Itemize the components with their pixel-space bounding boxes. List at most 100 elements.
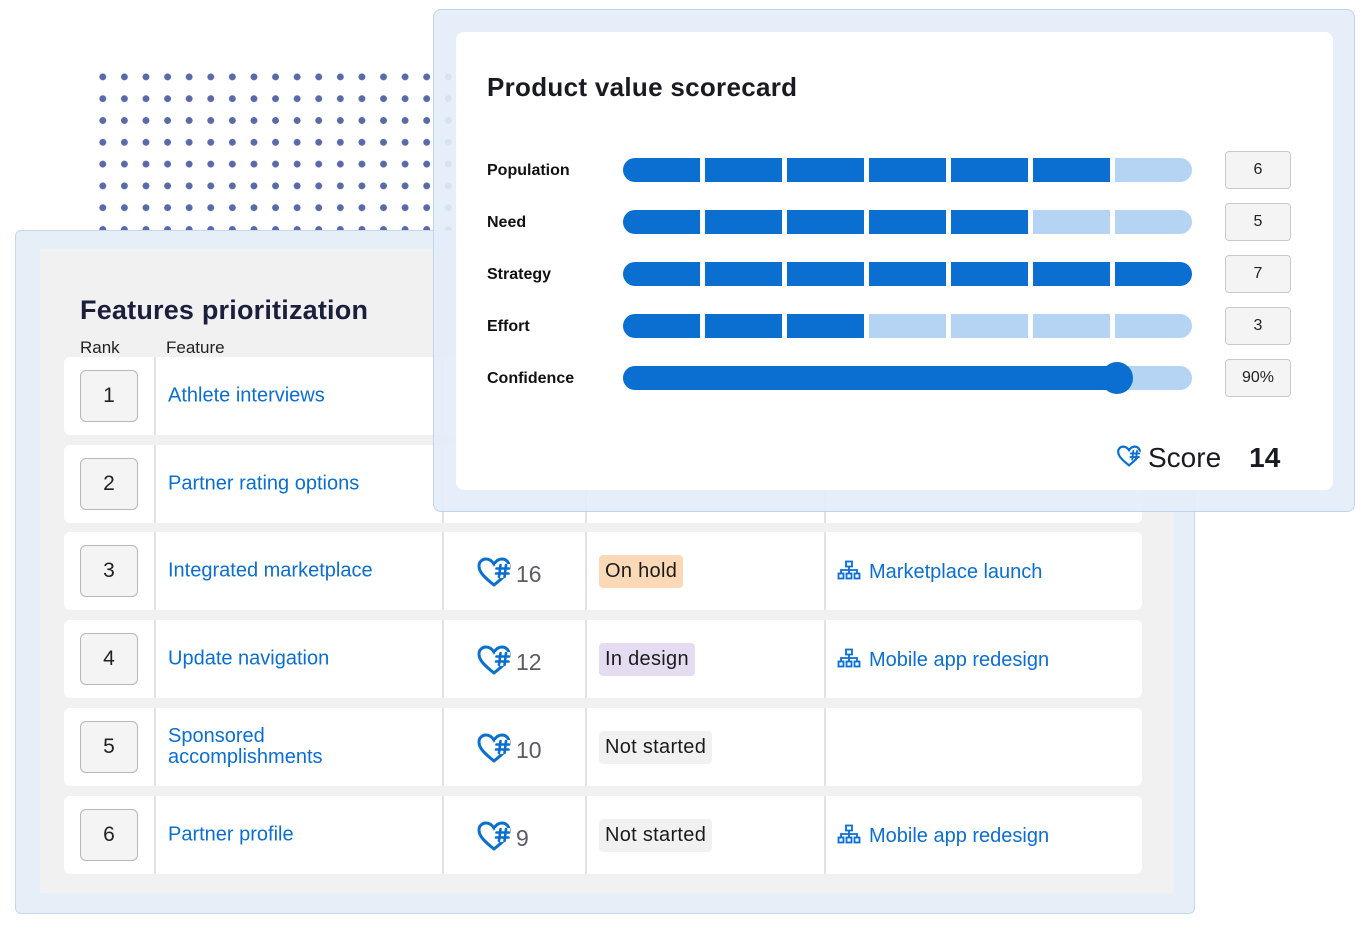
feature-score: 10 [476, 732, 542, 769]
rank-input[interactable]: 2 [80, 458, 138, 510]
metric-value-box-need[interactable]: 5 [1225, 203, 1291, 241]
rank-cell: 2 [64, 445, 154, 523]
status-badge[interactable]: On hold [599, 555, 684, 588]
initiative-cell: Mobile app redesign [824, 620, 1142, 698]
metric-bar-strategy[interactable] [623, 262, 1192, 286]
heart-hash-icon [476, 644, 512, 681]
confidence-value-box[interactable]: 90% [1225, 359, 1291, 397]
metric-bar-segment[interactable] [704, 210, 783, 234]
metric-bar-segment[interactable] [1114, 262, 1192, 286]
metric-bar-segment[interactable] [704, 314, 783, 338]
rank-input[interactable]: 6 [80, 809, 138, 861]
metric-bar-segment[interactable] [704, 262, 783, 286]
initiative-link[interactable]: Marketplace launch [837, 560, 1042, 585]
metric-bar-effort[interactable] [623, 314, 1192, 338]
initiative-cell [824, 708, 1142, 786]
metric-bar-need[interactable] [623, 210, 1192, 234]
initiative-label[interactable]: Mobile app redesign [869, 649, 1049, 672]
metric-bar-population[interactable] [623, 158, 1192, 182]
rank-input[interactable]: 5 [80, 721, 138, 773]
metric-bar-segment[interactable] [950, 262, 1029, 286]
table-row[interactable]: 6 Partner profile 9 Not started Mobile app r… [64, 796, 1142, 874]
confidence-label: Confidence [487, 370, 575, 387]
metric-bar-segment[interactable] [623, 210, 701, 234]
metric-bar-segment[interactable] [623, 314, 701, 338]
heart-hash-icon [476, 556, 512, 593]
metric-bar-segment[interactable] [868, 158, 947, 182]
scorecard-panel: Product value scorecard Population 6 Need 5… [456, 32, 1333, 490]
feature-cell: Sponsored accomplishments [154, 708, 442, 786]
score-number: 10 [516, 737, 542, 763]
rank-input[interactable]: 1 [80, 370, 138, 422]
table-row[interactable]: 4 Update navigation 12 In design Mobile app … [64, 620, 1142, 698]
metric-bar-segment[interactable] [786, 210, 865, 234]
rank-cell: 3 [64, 532, 154, 610]
metric-bar-segment[interactable] [1114, 314, 1192, 338]
metric-bar-segment[interactable] [950, 210, 1029, 234]
feature-link[interactable]: Athlete interviews [168, 385, 428, 407]
metric-bar-segment[interactable] [868, 210, 947, 234]
initiative-link[interactable]: Mobile app redesign [837, 648, 1049, 673]
metric-bar-segment[interactable] [1032, 210, 1111, 234]
score-label: Score [1148, 442, 1222, 473]
heart-hash-icon [1116, 444, 1142, 473]
score-cell: 12 [442, 620, 585, 698]
metric-bar-segment[interactable] [950, 314, 1029, 338]
metric-value-box-effort[interactable]: 3 [1225, 307, 1291, 345]
confidence-slider-fill [623, 366, 1129, 390]
org-chart-icon [837, 824, 861, 849]
score-value: 14 [1249, 442, 1281, 473]
rank-cell: 6 [64, 796, 154, 874]
metric-label-effort: Effort [487, 318, 530, 335]
metric-bar-segment[interactable] [1032, 262, 1111, 286]
confidence-slider-handle[interactable] [1101, 362, 1133, 394]
confidence-slider[interactable] [623, 362, 1192, 394]
table-row[interactable]: 5 Sponsored accomplishments 10 Not started [64, 708, 1142, 786]
status-cell: On hold [585, 532, 824, 610]
score-cell: 16 [442, 532, 585, 610]
metric-bar-segment[interactable] [1114, 210, 1192, 234]
status-cell: Not started [585, 708, 824, 786]
initiative-link[interactable]: Mobile app redesign [837, 824, 1049, 849]
feature-link[interactable]: Partner profile [168, 824, 428, 846]
metric-value-box-strategy[interactable]: 7 [1225, 255, 1291, 293]
score-number: 16 [516, 561, 542, 587]
feature-cell: Athlete interviews [154, 357, 442, 435]
table-row[interactable]: 3 Integrated marketplace 16 On hold Marketpl… [64, 532, 1142, 610]
metric-bar-segment[interactable] [786, 158, 865, 182]
score-number: 9 [516, 825, 529, 851]
metric-bar-segment[interactable] [623, 262, 701, 286]
metric-bar-segment[interactable] [1114, 158, 1192, 182]
feature-link[interactable]: Sponsored accomplishments [168, 726, 323, 768]
metric-bar-segment[interactable] [623, 158, 701, 182]
metric-bar-segment[interactable] [1032, 158, 1111, 182]
metric-bar-segment[interactable] [786, 262, 865, 286]
metric-bar-segment[interactable] [786, 314, 865, 338]
feature-cell: Update navigation [154, 620, 442, 698]
metric-bar-segment[interactable] [868, 314, 947, 338]
dot-pattern-decoration [92, 66, 462, 256]
initiative-cell: Mobile app redesign [824, 796, 1142, 874]
feature-link[interactable]: Partner rating options [168, 473, 428, 495]
initiative-label[interactable]: Mobile app redesign [869, 825, 1049, 848]
feature-cell: Partner rating options [154, 445, 442, 523]
feature-link[interactable]: Update navigation [168, 648, 428, 670]
status-badge[interactable]: Not started [599, 819, 713, 852]
rank-cell: 5 [64, 708, 154, 786]
rank-input[interactable]: 3 [80, 545, 138, 597]
org-chart-icon [837, 648, 861, 673]
score-cell: 10 [442, 708, 585, 786]
rank-input[interactable]: 4 [80, 633, 138, 685]
feature-link[interactable]: Integrated marketplace [168, 560, 428, 582]
metric-bar-segment[interactable] [950, 158, 1029, 182]
feature-cell: Partner profile [154, 796, 442, 874]
metric-value-box-population[interactable]: 6 [1225, 151, 1291, 189]
feature-score: 12 [476, 644, 542, 681]
metric-bar-segment[interactable] [704, 158, 783, 182]
metric-bar-segment[interactable] [868, 262, 947, 286]
initiative-label[interactable]: Marketplace launch [869, 561, 1042, 584]
status-badge[interactable]: In design [599, 643, 695, 676]
metric-bar-segment[interactable] [1032, 314, 1111, 338]
status-badge[interactable]: Not started [599, 731, 713, 764]
feature-cell: Integrated marketplace [154, 532, 442, 610]
